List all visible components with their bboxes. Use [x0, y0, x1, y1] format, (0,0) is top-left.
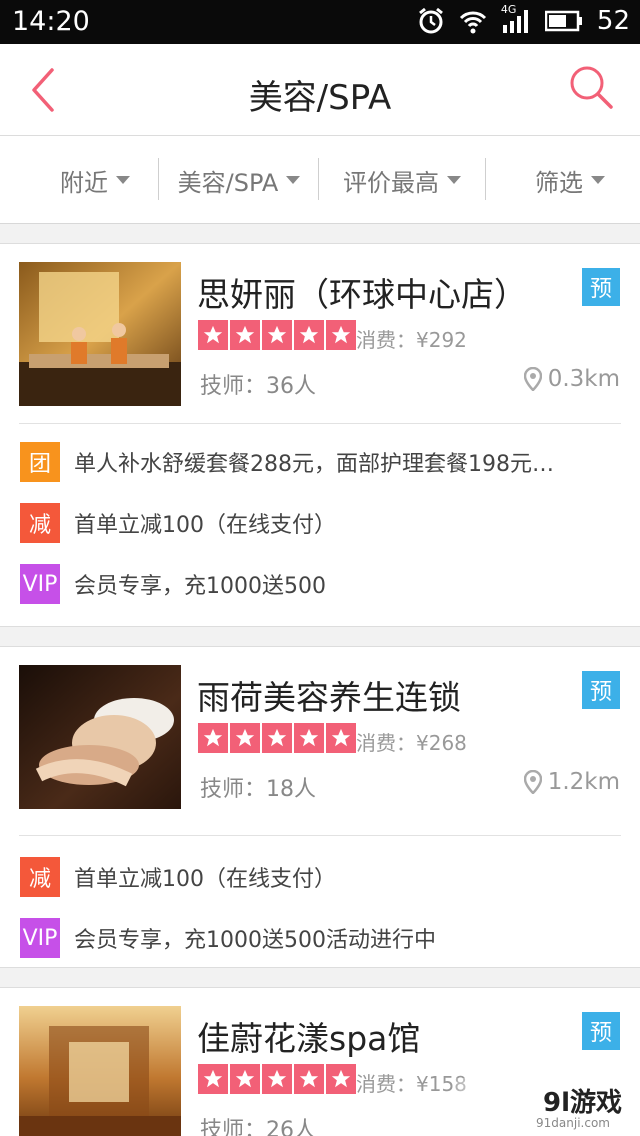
rating-stars [198, 320, 356, 350]
filter-label: 筛选 [535, 168, 583, 197]
promo-text: 会员专享，充1000送500活动进行中 [74, 928, 436, 953]
location-pin-icon [523, 367, 542, 391]
wifi-icon [459, 11, 486, 34]
divider [318, 158, 319, 200]
star-icon [262, 723, 292, 753]
reserve-badge: 预 [582, 1012, 620, 1050]
search-icon[interactable] [566, 62, 616, 112]
filter-nearby[interactable]: 附近 [40, 136, 150, 224]
shop-card[interactable]: 思妍丽（环球中心店） 预 消费：¥292 技师：36人 0.3km 团 单人补水… [0, 243, 640, 627]
shop-card[interactable]: 雨荷美容养生连锁 预 消费：¥268 技师：18人 1.2km 减 首单立减10… [0, 646, 640, 968]
promo-text: 首单立减100（在线支付） [74, 513, 336, 538]
distance-value: 1.2km [547, 769, 620, 795]
status-bar: 14:20 4G 52 [0, 0, 640, 44]
caret-down-icon [591, 176, 605, 184]
rating-stars [198, 723, 356, 753]
technician-count: 技师：36人 [200, 374, 316, 399]
filter-category[interactable]: 美容/SPA [160, 136, 318, 224]
caret-down-icon [116, 176, 130, 184]
divider [485, 158, 486, 200]
star-icon [294, 1064, 324, 1094]
filter-label: 评价最高 [343, 168, 439, 197]
promo-row[interactable]: 团 单人补水舒缓套餐288元，面部护理套餐198元… [20, 442, 554, 482]
watermark-logo: 9l游戏 [542, 1088, 622, 1118]
price-text: 消费：¥268 [356, 731, 467, 755]
promo-row[interactable]: 减 首单立减100（在线支付） [20, 857, 336, 897]
divider [19, 423, 621, 424]
reserve-badge: 预 [582, 671, 620, 709]
shop-name[interactable]: 雨荷美容养生连锁 [197, 671, 461, 719]
price-text: 消费：¥292 [356, 328, 467, 352]
promo-row[interactable]: VIP 会员专享，充1000送500 [20, 564, 326, 604]
shop-name[interactable]: 佳蔚花漾spa馆 [197, 1012, 420, 1060]
page-title: 美容/SPA [248, 78, 392, 118]
star-icon [294, 723, 324, 753]
discount-badge: 减 [20, 503, 60, 543]
reserve-badge: 预 [582, 268, 620, 306]
distance: 1.2km [523, 769, 620, 795]
technician-count: 技师：18人 [200, 777, 316, 802]
shop-photo [19, 1006, 181, 1136]
filter-label: 美容/SPA [177, 168, 279, 197]
battery-icon [544, 10, 582, 32]
divider [158, 158, 159, 200]
star-icon [198, 723, 228, 753]
group-buy-badge: 团 [20, 442, 60, 482]
battery-level: 52 [596, 6, 630, 36]
caret-down-icon [286, 176, 301, 184]
vip-badge: VIP [20, 564, 60, 604]
rating-stars [198, 1064, 356, 1094]
shop-photo [19, 262, 181, 406]
filter-bar: 附近 美容/SPA 评价最高 筛选 [0, 136, 640, 224]
discount-badge: 减 [20, 857, 60, 897]
star-icon [326, 320, 356, 350]
app-header: 美容/SPA [0, 44, 640, 136]
alarm-icon [418, 7, 443, 34]
site-watermark: 9l游戏 91danji.com [454, 1078, 640, 1136]
status-icons: 4G 52 [417, 3, 630, 36]
star-icon [326, 723, 356, 753]
star-icon [262, 1064, 292, 1094]
promo-text: 首单立减100（在线支付） [74, 867, 336, 892]
shop-name[interactable]: 思妍丽（环球中心店） [197, 268, 527, 316]
vip-badge: VIP [20, 918, 60, 958]
status-time: 14:20 [12, 6, 90, 37]
shop-photo [19, 665, 181, 809]
promo-text: 会员专享，充1000送500 [74, 574, 326, 599]
caret-down-icon [447, 176, 461, 184]
filter-screen[interactable]: 筛选 [500, 136, 640, 224]
promo-text: 单人补水舒缓套餐288元，面部护理套餐198元… [74, 452, 554, 477]
divider [19, 835, 621, 836]
watermark-url: 91danji.com [536, 1116, 610, 1130]
location-pin-icon [523, 770, 542, 794]
network-type: 4G [500, 3, 517, 16]
promo-row[interactable]: VIP 会员专享，充1000送500活动进行中 [20, 918, 436, 958]
star-icon [262, 320, 292, 350]
promo-row[interactable]: 减 首单立减100（在线支付） [20, 503, 336, 543]
star-icon [198, 320, 228, 350]
star-icon [230, 723, 260, 753]
filter-label: 附近 [60, 168, 108, 197]
price-text: 消费：¥158 [356, 1072, 467, 1096]
star-icon [294, 320, 324, 350]
distance: 0.3km [523, 366, 620, 392]
filter-sort[interactable]: 评价最高 [320, 136, 484, 224]
technician-count: 技师：26人 [200, 1118, 316, 1136]
star-icon [326, 1064, 356, 1094]
distance-value: 0.3km [547, 366, 620, 392]
star-icon [230, 1064, 260, 1094]
star-icon [230, 320, 260, 350]
signal-icon: 4G [501, 3, 531, 35]
star-icon [198, 1064, 228, 1094]
